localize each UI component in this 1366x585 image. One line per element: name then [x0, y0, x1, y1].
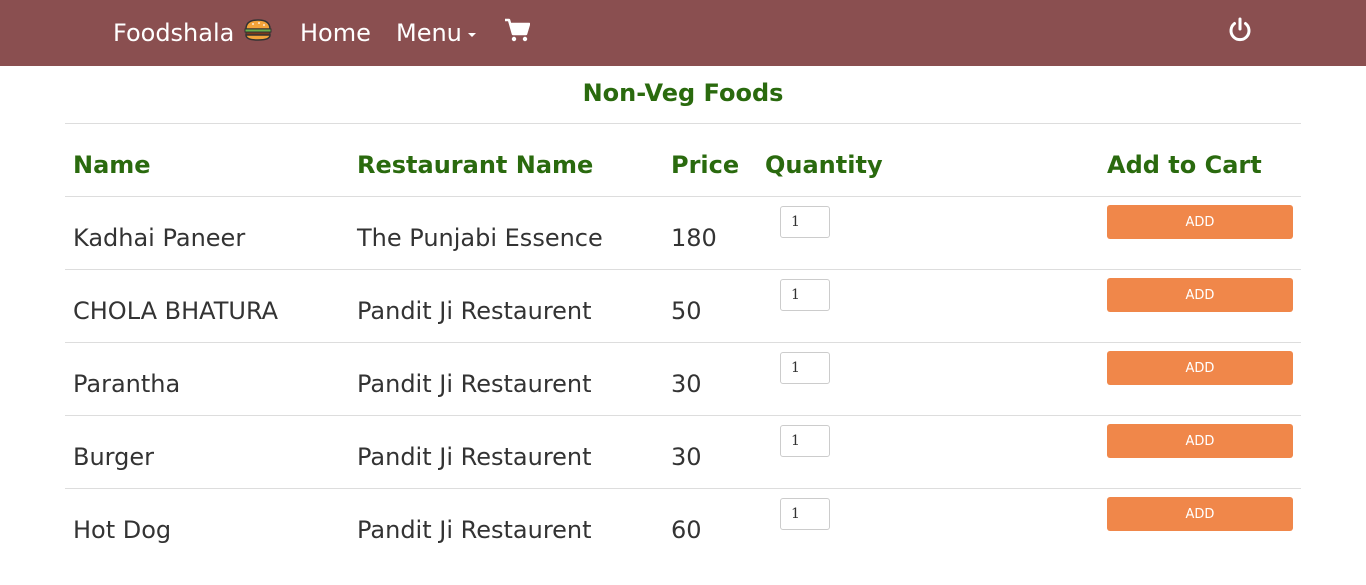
item-price: 60 — [671, 516, 702, 544]
add-to-cart-button[interactable]: ADD — [1107, 351, 1293, 385]
header-price: Price — [671, 151, 740, 179]
power-icon — [1226, 16, 1254, 50]
navbar: Foodshala Home Menu — [0, 0, 1366, 66]
add-to-cart-button[interactable]: ADD — [1107, 278, 1293, 312]
nav-menu-dropdown[interactable]: Menu — [396, 0, 476, 66]
header-add-to-cart: Add to Cart — [1107, 151, 1262, 179]
item-price: 30 — [671, 443, 702, 471]
main-content: Non-Veg Foods Name Restaurant Name Price… — [65, 66, 1301, 561]
item-restaurant: Pandit Ji Restaurent — [357, 370, 592, 398]
cart-icon — [504, 18, 531, 48]
item-price: 30 — [671, 370, 702, 398]
add-to-cart-button[interactable]: ADD — [1107, 424, 1293, 458]
item-name: Burger — [73, 443, 154, 471]
add-to-cart-button[interactable]: ADD — [1107, 205, 1293, 239]
item-price: 50 — [671, 297, 702, 325]
item-name: CHOLA BHATURA — [73, 297, 279, 325]
header-name: Name — [73, 151, 151, 179]
table-row: Kadhai Paneer The Punjabi Essence 180 AD… — [65, 197, 1301, 270]
page-title: Non-Veg Foods — [65, 66, 1301, 124]
item-price: 180 — [671, 224, 717, 252]
nav-menu-label: Menu — [396, 19, 462, 47]
logout-link[interactable] — [1226, 0, 1254, 66]
item-restaurant: Pandit Ji Restaurent — [357, 516, 592, 544]
table-header-row: Name Restaurant Name Price Quantity Add … — [65, 124, 1301, 197]
item-restaurant: Pandit Ji Restaurent — [357, 297, 592, 325]
item-restaurant: Pandit Ji Restaurent — [357, 443, 592, 471]
burger-icon — [244, 18, 272, 48]
header-quantity: Quantity — [765, 151, 883, 179]
table-row: Burger Pandit Ji Restaurent 30 ADD — [65, 416, 1301, 489]
table-row: CHOLA BHATURA Pandit Ji Restaurent 50 AD… — [65, 270, 1301, 343]
quantity-input[interactable] — [780, 498, 830, 530]
item-name: Hot Dog — [73, 516, 172, 544]
brand-name: Foodshala — [113, 19, 235, 47]
table-row: Parantha Pandit Ji Restaurent 30 ADD — [65, 343, 1301, 416]
caret-down-icon — [467, 33, 476, 37]
header-restaurant: Restaurant Name — [357, 151, 594, 179]
quantity-input[interactable] — [780, 206, 830, 238]
item-name: Kadhai Paneer — [73, 224, 246, 252]
add-to-cart-button[interactable]: ADD — [1107, 497, 1293, 531]
nav-home-link[interactable]: Home — [300, 0, 371, 66]
item-name: Parantha — [73, 370, 181, 398]
item-restaurant: The Punjabi Essence — [357, 224, 603, 252]
quantity-input[interactable] — [780, 279, 830, 311]
quantity-input[interactable] — [780, 352, 830, 384]
brand-link[interactable]: Foodshala — [113, 0, 272, 66]
cart-link[interactable] — [504, 0, 531, 66]
quantity-input[interactable] — [780, 425, 830, 457]
table-row: Hot Dog Pandit Ji Restaurent 60 ADD — [65, 489, 1301, 561]
